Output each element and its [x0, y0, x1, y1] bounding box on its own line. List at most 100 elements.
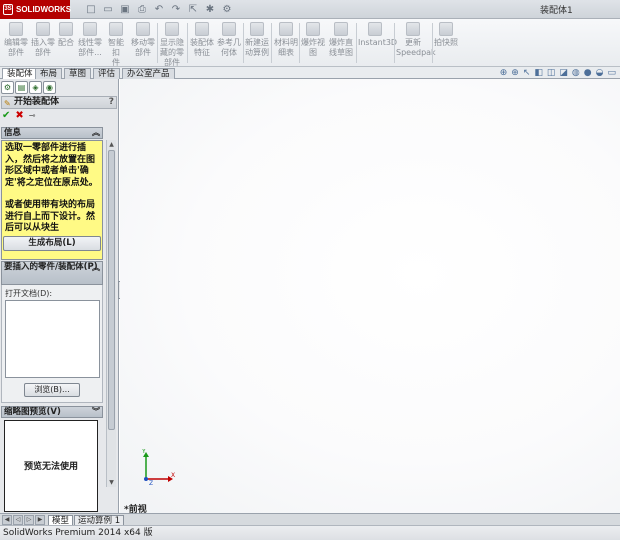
property-manager-title: ✎ 开始装配体 ?	[1, 96, 117, 109]
move-component-button[interactable]: 移动零 部件	[131, 22, 155, 58]
browse-button[interactable]: 浏览(B)...	[24, 383, 80, 397]
thumbnail-preview: 预览无法使用	[4, 420, 98, 512]
undo-icon[interactable]: ↶	[152, 3, 166, 16]
tab-sketch[interactable]: 草图	[64, 68, 92, 79]
button-label: 藏的零	[160, 48, 184, 57]
snapshot-icon	[439, 22, 453, 36]
zoom-area-icon[interactable]: ⊕	[511, 67, 519, 79]
display-manager-icon[interactable]: ◉	[43, 81, 56, 94]
view-settings-icon[interactable]: ▭	[607, 67, 616, 79]
show-hidden-components-button[interactable]: 显示隐 藏的零 部件	[160, 22, 184, 68]
configuration-manager-icon[interactable]: ◈	[29, 81, 42, 94]
last-tab-icon[interactable]: ▶	[35, 515, 45, 525]
tab-assembly[interactable]: 装配体	[2, 68, 38, 79]
collapse-icon[interactable]: ︾	[92, 407, 100, 417]
property-manager-icon[interactable]: ▤	[15, 81, 28, 94]
linear-pattern-button[interactable]: 线性零 部件...	[77, 22, 103, 58]
button-label: 装配体	[190, 38, 214, 47]
solidworks-logo[interactable]: 3S SOLIDWORKS	[0, 0, 71, 19]
display-style-icon[interactable]: ◪	[559, 67, 568, 79]
button-label: 配合	[58, 38, 74, 47]
button-label: 图	[309, 48, 317, 57]
new-motion-study-button[interactable]: 新建运 动算例	[245, 22, 269, 58]
toolbar-separator	[187, 23, 188, 63]
command-manager: 编辑零 部件 插入零 部件 配合 线性零 部件... 智能扣 件 移动零 部件 …	[0, 19, 620, 67]
pushpin-icon[interactable]: ⊸	[29, 110, 36, 122]
button-label: 参考几	[217, 38, 241, 47]
take-snapshot-button[interactable]: 拍快照	[434, 22, 458, 48]
smart-fastener-icon	[109, 22, 123, 36]
zoom-fit-icon[interactable]: ⊕	[500, 67, 508, 79]
select-icon[interactable]: ⇱	[186, 3, 200, 16]
edit-appearance-icon[interactable]: ●	[584, 67, 592, 79]
collapse-icon[interactable]: ︽	[92, 128, 100, 138]
tab-navigation: ◀ ◁ ▷ ▶	[2, 515, 45, 525]
cancel-x-icon[interactable]: ✖	[15, 110, 23, 122]
redo-icon[interactable]: ↷	[169, 3, 183, 16]
update-speedpak-button[interactable]: 更新 Speedpak	[396, 22, 436, 58]
feature-manager-icon[interactable]: ⚙	[1, 81, 14, 94]
previous-tab-icon[interactable]: ◁	[13, 515, 23, 525]
help-button[interactable]: ?	[109, 97, 114, 108]
tab-evaluate[interactable]: 评估	[93, 68, 121, 79]
exploded-view-button[interactable]: 爆炸视 图	[301, 22, 325, 58]
scroll-up-icon[interactable]: ▲	[107, 140, 116, 149]
info-group-title: 信息	[4, 128, 22, 138]
reference-geometry-button[interactable]: 参考几 何体	[217, 22, 241, 58]
options-icon[interactable]: ⚙	[220, 3, 234, 16]
exploded-view-icon	[306, 22, 320, 36]
button-label: 何体	[221, 48, 237, 57]
smart-fastener-button[interactable]: 智能扣 件	[105, 22, 127, 68]
button-label: 编辑零	[4, 38, 28, 47]
assembly-feature-button[interactable]: 装配体 特征	[190, 22, 214, 58]
button-label: 更新	[405, 38, 421, 47]
edit-component-button[interactable]: 编辑零 部件	[4, 22, 28, 58]
button-label: 拍快照	[434, 38, 458, 47]
collapse-icon[interactable]: ︽	[92, 262, 100, 273]
button-label: 部件	[35, 48, 51, 57]
insert-parts-group-header[interactable]: 要插入的零件/装配体(P) ︽	[1, 261, 103, 285]
instant3d-button[interactable]: Instant3D	[358, 22, 398, 48]
next-tab-icon[interactable]: ▷	[24, 515, 34, 525]
ok-check-icon[interactable]: ✔	[2, 110, 10, 122]
toolbar-separator	[271, 23, 272, 63]
scroll-down-icon[interactable]: ▼	[107, 478, 116, 487]
hide-show-icon[interactable]: ◍	[572, 67, 580, 79]
first-tab-icon[interactable]: ◀	[2, 515, 12, 525]
button-label: 部件...	[78, 48, 102, 57]
save-icon[interactable]: ▣	[118, 3, 132, 16]
info-group-header[interactable]: 信息 ︽	[1, 127, 103, 139]
insert-component-icon	[36, 22, 50, 36]
button-label: 细表	[278, 48, 294, 57]
button-label: Instant3D	[358, 38, 398, 47]
view-orientation-icon[interactable]: ◫	[547, 67, 556, 79]
tab-office-products[interactable]: 办公室产品	[122, 68, 175, 79]
print-icon[interactable]: ⎙	[135, 3, 149, 16]
document-title: 装配体1	[540, 6, 573, 16]
scrollbar-thumb[interactable]	[108, 150, 115, 430]
explode-line-sketch-button[interactable]: 爆炸直 线草图	[328, 22, 354, 58]
create-layout-button[interactable]: 生成布局(L)	[3, 236, 101, 251]
apply-scene-icon[interactable]: ◒	[596, 67, 604, 79]
thumbnail-preview-title: 缩略图预览(V)	[4, 407, 61, 417]
button-label: 爆炸直	[329, 38, 353, 47]
bom-icon	[279, 22, 293, 36]
toolbar-separator	[299, 23, 300, 63]
open-icon[interactable]: ▭	[101, 3, 115, 16]
graphics-area[interactable]	[120, 79, 620, 513]
section-view-icon[interactable]: ◧	[534, 67, 543, 79]
mate-button[interactable]: 配合	[57, 22, 75, 48]
new-icon[interactable]: □	[84, 3, 98, 16]
rebuild-icon[interactable]: ✱	[203, 3, 217, 16]
pane-scrollbar[interactable]: ▲ ▼	[106, 140, 116, 487]
open-documents-list[interactable]	[5, 300, 100, 378]
button-label: 材料明	[274, 38, 298, 47]
thumbnail-preview-header[interactable]: 缩略图预览(V) ︾	[1, 406, 103, 418]
previous-view-icon[interactable]: ↖	[523, 67, 531, 79]
bill-of-materials-button[interactable]: 材料明 细表	[274, 22, 298, 58]
tab-layout[interactable]: 布局	[35, 68, 63, 79]
insert-component-button[interactable]: 插入零 部件	[31, 22, 55, 58]
button-label: Speedpak	[396, 48, 436, 57]
new-motion-study-icon	[250, 22, 264, 36]
open-documents-label: 打开文档(D):	[5, 289, 53, 298]
